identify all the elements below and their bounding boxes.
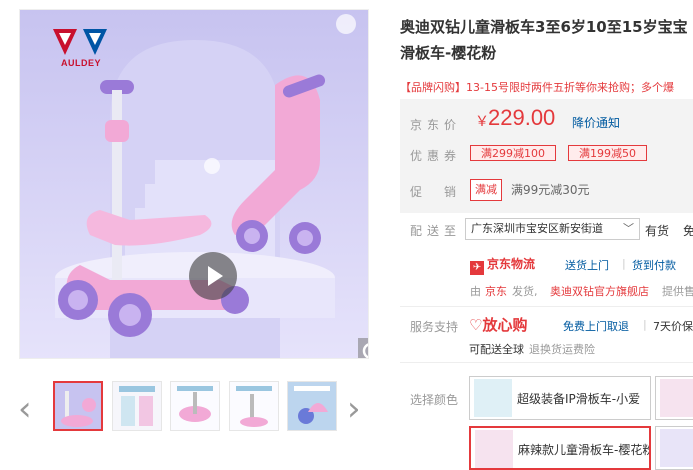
variant-thumb [660, 379, 693, 417]
gallery-thumb[interactable] [170, 381, 220, 431]
global-delivery: 可配送全球 [469, 343, 524, 356]
promotion-text: 满99元减30元 [511, 183, 590, 197]
promo-banner[interactable]: 【品牌闪购】13-15号限时两件五折等你来抢购；多个爆 [400, 79, 693, 95]
service-label: 服务支持 [410, 320, 459, 334]
variant-label: 选择颜色 [410, 393, 459, 407]
jd-logistics-logo: ✈ 京东物流 [470, 256, 535, 275]
chevron-down-icon: ﹀ [623, 222, 634, 235]
address-value: 广东深圳市宝安区新安街道 [471, 222, 603, 235]
brand-logo-text: AULDEY [60, 58, 101, 68]
free-return-link[interactable]: 免费上门取退 [563, 318, 629, 334]
jd-logistics-icon: ✈ [470, 261, 484, 275]
price-notice-link[interactable]: 降价通知 [572, 114, 620, 131]
stock-status: 有货 [645, 224, 670, 238]
sold-by-prefix: 由 [470, 285, 481, 298]
gallery-thumb[interactable] [53, 381, 103, 431]
door-delivery-link[interactable]: 送货上门 [565, 257, 609, 273]
divider [400, 362, 693, 363]
variant-option-label: 超级装备IP滑板车-小爱 [517, 392, 641, 406]
gallery-thumb[interactable] [287, 381, 337, 431]
arrow-left-icon[interactable]: ‹ [18, 392, 32, 426]
divider [400, 306, 693, 307]
variant-option[interactable]: 超级装备IP滑板车-小爱 [469, 376, 651, 420]
gallery-thumb[interactable] [112, 381, 162, 431]
variant-thumb [475, 430, 513, 468]
product-title: 奥迪双钻儿童滑板车3至6岁10至15岁宝宝 滑板车-樱花粉 [400, 14, 693, 66]
sold-by-jd[interactable]: 京东 [485, 283, 507, 299]
price-panel: 京东价 ￥ 229.00 降价通知 优惠券 满299减100 满199减50 促… [400, 99, 693, 213]
sold-by-mid: 发货, [512, 285, 538, 298]
coupon-299-100[interactable]: 满299减100 [470, 145, 556, 161]
coupon-199-50[interactable]: 满199减50 [568, 145, 647, 161]
store-link[interactable]: 奥迪双钻官方旗舰店 [550, 283, 649, 299]
heart-icon: ♡ [469, 316, 483, 334]
cod-link[interactable]: 货到付款 [632, 257, 676, 273]
product-title-line2: 滑板车-樱花粉 [400, 44, 497, 62]
product-title-line1: 奥迪双钻儿童滑板车3至6岁10至15岁宝宝 [400, 18, 688, 36]
delivery-extra: 免 [683, 224, 693, 238]
return-insurance: 退换货运费险 [529, 343, 595, 356]
delivery-label: 配送至 [410, 224, 462, 238]
variant-option[interactable] [655, 426, 693, 470]
service-logo: ♡放心购 [469, 316, 528, 334]
arrow-right-icon[interactable]: › [347, 392, 361, 426]
price-protect[interactable]: 7天价保 [653, 318, 693, 334]
product-main-image[interactable]: AULDEY [19, 9, 369, 359]
service-provider: 提供售 [662, 285, 693, 298]
zoom-icon[interactable] [358, 338, 368, 358]
separator: | [643, 318, 647, 331]
price-currency: ￥ [475, 114, 489, 130]
variant-option[interactable] [655, 376, 693, 420]
variant-option-label: 麻辣款儿童滑板车-樱花粉 [518, 443, 651, 457]
address-select[interactable]: 广东深圳市宝安区新安街道 ﹀ [465, 218, 640, 240]
promotion-tag: 满减 [470, 179, 502, 201]
variant-option-selected[interactable]: 麻辣款儿童滑板车-樱花粉 [469, 426, 651, 470]
promotion-label: 促 销 [410, 185, 462, 199]
price-label: 京东价 [410, 118, 462, 132]
coupon-label: 优惠券 [410, 149, 462, 163]
play-icon[interactable] [189, 252, 237, 300]
price-value: 229.00 [488, 105, 556, 130]
separator: | [622, 257, 626, 270]
variant-thumb [660, 429, 693, 467]
variant-thumb [474, 379, 512, 417]
gallery-thumb[interactable] [229, 381, 279, 431]
